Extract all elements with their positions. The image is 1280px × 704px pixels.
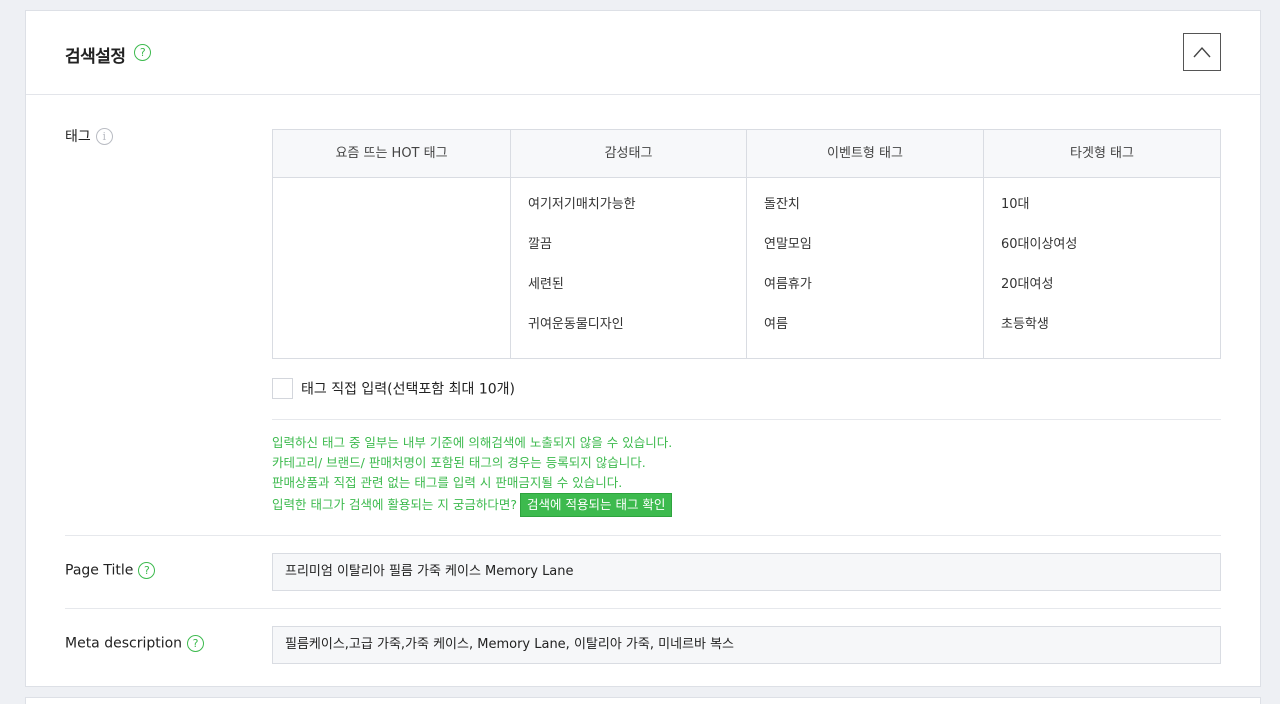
divider <box>272 419 1221 420</box>
direct-input-label: 태그 직접 입력(선택포함 최대 10개) <box>301 381 515 398</box>
info-icon[interactable]: i <box>95 127 113 145</box>
page-title-input[interactable]: 프리미엄 이탈리아 필름 가죽 케이스 Memory Lane <box>272 553 1221 591</box>
check-tags-button[interactable]: 검색에 적용되는 태그 확인 <box>520 493 673 517</box>
help-icon[interactable]: ? <box>134 44 151 61</box>
column-header: 타겟형 태그 <box>984 130 1220 178</box>
tag-label: 태그 i <box>65 126 113 146</box>
tag-item[interactable]: 돌잔치 <box>764 195 983 235</box>
collapse-button[interactable] <box>1183 33 1221 71</box>
direct-input-row: 태그 직접 입력(선택포함 최대 10개) <box>272 378 515 399</box>
divider <box>65 535 1221 536</box>
tag-item[interactable]: 20대여성 <box>1001 275 1220 315</box>
tag-list: 10대 60대이상여성 20대여성 초등학생 <box>984 178 1220 355</box>
tag-item[interactable]: 여기저기매치가능한 <box>528 195 746 235</box>
tag-list: 여기저기매치가능한 깔끔 세련된 귀여운동물디자인 <box>511 178 746 355</box>
tag-item[interactable]: 10대 <box>1001 195 1220 235</box>
help-icon[interactable]: ? <box>138 562 156 579</box>
search-settings-panel: 검색설정 ? 태그 i 요즘 뜨는 HOT 태그 감성태그 여기저기매치가능한 깔… <box>25 10 1261 687</box>
next-panel <box>25 697 1261 704</box>
tag-item[interactable]: 연말모임 <box>764 235 983 275</box>
column-header: 요즘 뜨는 HOT 태그 <box>273 130 510 178</box>
tag-item[interactable]: 60대이상여성 <box>1001 235 1220 275</box>
tag-column-emotion: 감성태그 여기저기매치가능한 깔끔 세련된 귀여운동물디자인 <box>511 130 747 358</box>
tag-list <box>273 178 510 195</box>
divider <box>65 608 1221 609</box>
notice-text: 입력하신 태그 중 일부는 내부 기준에 의해검색에 노출되지 않을 수 있습니… <box>272 435 673 450</box>
tag-table: 요즘 뜨는 HOT 태그 감성태그 여기저기매치가능한 깔끔 세련된 귀여운동물… <box>272 129 1221 359</box>
panel-header: 검색설정 ? <box>26 11 1260 95</box>
column-header: 이벤트형 태그 <box>747 130 983 178</box>
tag-notices: 입력하신 태그 중 일부는 내부 기준에 의해검색에 노출되지 않을 수 있습니… <box>272 433 673 517</box>
section-title-text: 검색설정 <box>65 47 126 67</box>
tag-item[interactable]: 깔끔 <box>528 235 746 275</box>
page-title-label: Page Title? <box>65 562 156 579</box>
column-header: 감성태그 <box>511 130 746 178</box>
tag-column-hot: 요즘 뜨는 HOT 태그 <box>273 130 511 358</box>
direct-input-checkbox[interactable] <box>272 378 293 399</box>
meta-description-label: Meta description? <box>65 635 205 652</box>
chevron-up-icon <box>1193 46 1211 58</box>
tag-column-event: 이벤트형 태그 돌잔치 연말모임 여름휴가 여름 <box>747 130 984 358</box>
help-icon[interactable]: ? <box>187 635 205 652</box>
page-title-label-text: Page Title <box>65 562 134 579</box>
meta-description-label-text: Meta description <box>65 635 183 652</box>
tag-column-target: 타겟형 태그 10대 60대이상여성 20대여성 초등학생 <box>984 130 1220 358</box>
notice-text: 판매상품과 직접 관련 없는 태그를 입력 시 판매금지될 수 있습니다. <box>272 475 623 490</box>
notice-question: 입력한 태그가 검색에 활용되는 지 궁금하다면? <box>272 497 518 512</box>
tag-item[interactable]: 초등학생 <box>1001 315 1220 355</box>
section-title: 검색설정 ? <box>65 42 151 67</box>
tag-item[interactable]: 세련된 <box>528 275 746 315</box>
tag-label-text: 태그 <box>65 129 91 145</box>
notice-text: 입력한 태그가 검색에 활용되는 지 궁금하다면? 검색에 적용되는 태그 확인 <box>272 493 673 517</box>
notice-text: 카테고리/ 브랜드/ 판매처명이 포함된 태그의 경우는 등록되지 않습니다. <box>272 455 646 470</box>
tag-list: 돌잔치 연말모임 여름휴가 여름 <box>747 178 983 355</box>
meta-description-input[interactable]: 필름케이스,고급 가죽,가죽 케이스, Memory Lane, 이탈리아 가죽… <box>272 626 1221 664</box>
tag-item[interactable]: 여름 <box>764 315 983 355</box>
tag-item[interactable]: 귀여운동물디자인 <box>528 315 746 355</box>
tag-item[interactable]: 여름휴가 <box>764 275 983 315</box>
